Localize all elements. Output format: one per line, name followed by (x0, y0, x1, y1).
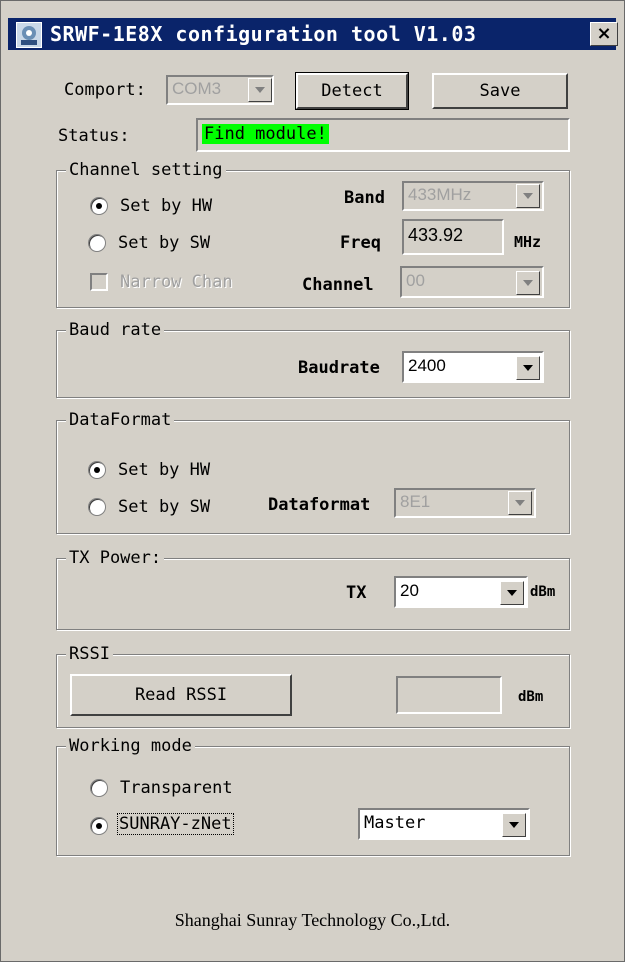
dataformat-set-by-sw-label[interactable]: Set by SW (118, 497, 210, 517)
freq-label: Freq (340, 233, 381, 253)
tx-unit: dBm (530, 584, 556, 600)
status-label: Status: (58, 126, 130, 146)
transparent-label[interactable]: Transparent (120, 778, 233, 798)
transparent-radio[interactable] (90, 779, 108, 797)
status-field: Find module! (196, 118, 570, 152)
chevron-down-icon[interactable] (516, 271, 540, 295)
tx-value: 20 (400, 581, 419, 600)
channel-set-by-hw-label[interactable]: Set by HW (120, 196, 212, 216)
read-rssi-button[interactable]: Read RSSI (70, 674, 292, 716)
baud-rate-title: Baud rate (66, 320, 165, 340)
working-role-value: Master (364, 813, 426, 833)
freq-unit: MHz (514, 233, 542, 251)
comport-label: Comport: (64, 80, 146, 100)
channel-set-by-hw-radio[interactable] (90, 197, 108, 215)
chevron-down-icon[interactable] (500, 581, 524, 605)
band-select[interactable]: 433MHz (402, 181, 544, 211)
detect-button[interactable]: Detect (295, 72, 409, 110)
dataformat-title: DataFormat (66, 410, 175, 430)
channel-setting-title: Channel setting (66, 160, 226, 180)
band-label: Band (344, 188, 385, 208)
sunray-znet-label[interactable]: SUNRAY-zNet (117, 813, 234, 835)
radio-selected-dot (96, 203, 102, 209)
comport-select[interactable]: COM3 (166, 75, 274, 105)
dataformat-set-by-hw-label[interactable]: Set by HW (118, 460, 210, 480)
tx-select[interactable]: 20 (394, 576, 528, 608)
rssi-unit: dBm (518, 689, 544, 705)
company-footer: Shanghai Sunray Technology Co.,Ltd. (174, 910, 451, 930)
baudrate-label: Baudrate (298, 358, 380, 378)
channel-set-by-sw-radio[interactable] (88, 234, 106, 252)
tx-label: TX (346, 583, 367, 603)
radio-selected-dot (94, 467, 100, 473)
chevron-down-icon[interactable] (516, 184, 540, 208)
baudrate-value: 2400 (408, 356, 446, 375)
dataformat-set-by-hw-radio[interactable] (88, 461, 106, 479)
status-value: Find module! (202, 124, 329, 144)
tx-power-title: TX Power: (66, 548, 165, 568)
close-button[interactable]: × (590, 22, 618, 46)
dataformat-value: 8E1 (400, 492, 431, 511)
channel-value: 00 (406, 271, 425, 290)
narrow-chan-checkbox[interactable] (90, 273, 108, 291)
rssi-value-field (396, 676, 502, 714)
dataformat-set-by-sw-radio[interactable] (88, 498, 106, 516)
channel-label: Channel (302, 275, 374, 295)
dataformat-label: Dataformat (268, 495, 371, 515)
freq-value: 433.92 (408, 225, 464, 245)
working-role-select[interactable]: Master (358, 808, 530, 840)
rssi-title: RSSI (66, 644, 113, 664)
chevron-down-icon[interactable] (508, 491, 532, 515)
channel-set-by-sw-label[interactable]: Set by SW (118, 233, 210, 253)
chevron-down-icon[interactable] (248, 78, 272, 102)
window-title: SRWF-1E8X configuration tool V1.03 (50, 22, 477, 46)
save-button[interactable]: Save (432, 73, 568, 109)
chevron-down-icon[interactable] (502, 813, 526, 837)
dataformat-select[interactable]: 8E1 (394, 488, 536, 518)
radio-selected-dot (96, 823, 102, 829)
channel-select[interactable]: 00 (400, 266, 544, 298)
working-mode-title: Working mode (66, 736, 195, 756)
freq-input[interactable]: 433.92 (402, 219, 504, 255)
chevron-down-icon[interactable] (516, 356, 540, 380)
baudrate-select[interactable]: 2400 (402, 351, 544, 383)
app-icon (16, 22, 42, 48)
narrow-chan-label: Narrow Chan (120, 272, 233, 292)
sunray-znet-radio[interactable] (90, 817, 108, 835)
comport-value: COM3 (172, 79, 222, 98)
band-value: 433MHz (408, 185, 472, 204)
